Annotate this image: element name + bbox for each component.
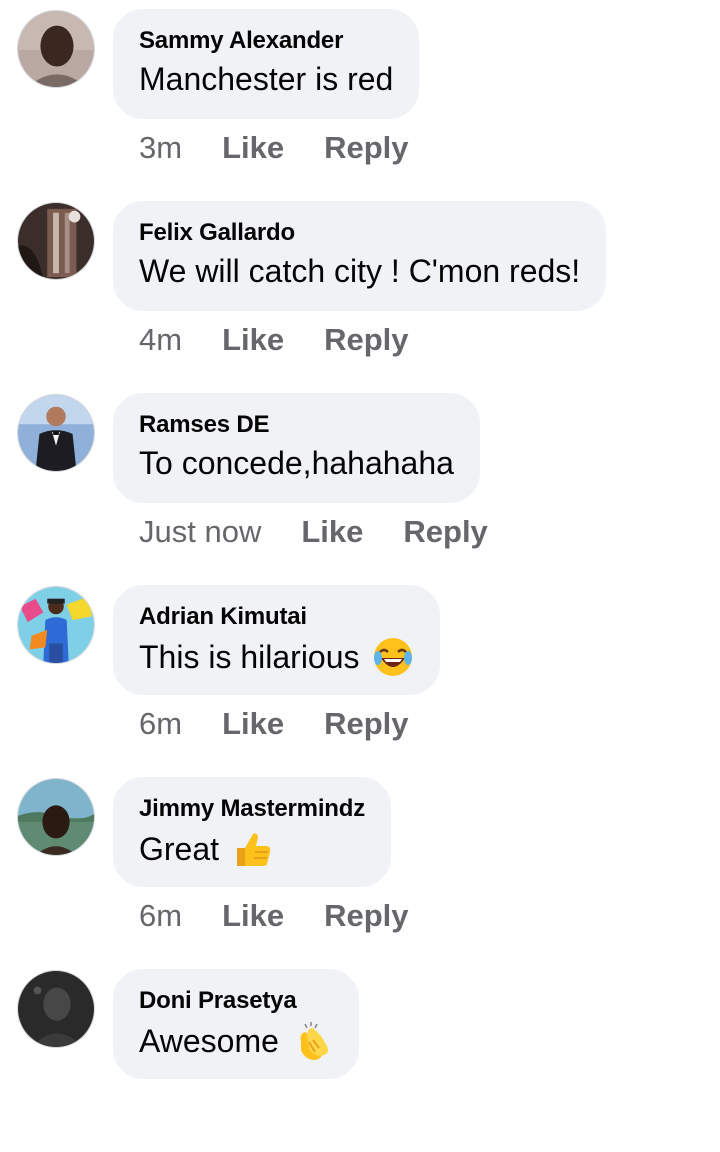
comment-meta: 4m Like Reply xyxy=(139,320,449,360)
avatar-image xyxy=(18,587,94,663)
avatar-image xyxy=(18,971,94,1047)
comment-text: Awesome xyxy=(139,1020,333,1062)
comment-text: Manchester is red xyxy=(139,60,393,98)
comment-bubble: Ramses DE To concede,hahahaha xyxy=(113,393,480,503)
comment-text-content: This is hilarious xyxy=(139,639,360,675)
like-button[interactable]: Like xyxy=(222,898,284,934)
thumbs-up-emoji-icon xyxy=(231,828,273,870)
comment-text-content: Manchester is red xyxy=(139,61,394,97)
comment-text-content: Great xyxy=(139,831,220,867)
comment-meta: 3m Like Reply xyxy=(139,128,449,168)
comment-item: Doni Prasetya Awesome xyxy=(0,960,720,1152)
comment-author[interactable]: Sammy Alexander xyxy=(139,27,393,55)
comment-author[interactable]: Jimmy Mastermindz xyxy=(139,795,365,823)
comment-item: Jimmy Mastermindz Great 6m Like Reply xyxy=(0,768,720,960)
avatar[interactable] xyxy=(17,778,95,856)
comment-time[interactable]: 6m xyxy=(139,706,182,742)
comment-item: Ramses DE To concede,hahahaha Just now L… xyxy=(0,384,720,576)
reply-button[interactable]: Reply xyxy=(324,898,408,934)
avatar[interactable] xyxy=(17,394,95,472)
comment-text-content: We will catch city ! C'mon reds! xyxy=(139,253,581,289)
comment-text-content: Awesome xyxy=(139,1023,279,1059)
avatar-image xyxy=(18,11,94,87)
comment-meta: 6m Like Reply xyxy=(139,704,449,744)
comment-item: Adrian Kimutai This is hilarious 6m Like… xyxy=(0,576,720,768)
reply-button[interactable]: Reply xyxy=(403,514,487,550)
comment-bubble: Jimmy Mastermindz Great xyxy=(113,777,392,887)
like-button[interactable]: Like xyxy=(222,130,284,166)
comment-time[interactable]: Just now xyxy=(139,514,261,550)
comment-text-content: To concede,hahahaha xyxy=(139,445,454,481)
avatar[interactable] xyxy=(17,10,95,88)
comment-author[interactable]: Doni Prasetya xyxy=(139,987,333,1015)
comment-text: We will catch city ! C'mon reds! xyxy=(139,252,580,290)
comment-author[interactable]: Ramses DE xyxy=(139,411,454,439)
like-button[interactable]: Like xyxy=(301,514,363,550)
comment-author[interactable]: Felix Gallardo xyxy=(139,219,580,247)
clapping-hands-emoji-icon xyxy=(291,1020,333,1062)
avatar-image xyxy=(18,395,94,471)
avatar[interactable] xyxy=(17,970,95,1048)
like-button[interactable]: Like xyxy=(222,706,284,742)
comment-bubble: Doni Prasetya Awesome xyxy=(113,969,359,1079)
comment-item: Sammy Alexander Manchester is red 3m Lik… xyxy=(0,0,720,192)
avatar[interactable] xyxy=(17,586,95,664)
reply-button[interactable]: Reply xyxy=(324,706,408,742)
comment-bubble: Felix Gallardo We will catch city ! C'mo… xyxy=(113,201,607,311)
avatar-image xyxy=(18,779,94,855)
comment-meta: 6m Like Reply xyxy=(139,896,449,936)
comment-time[interactable]: 3m xyxy=(139,130,182,166)
comment-text: To concede,hahahaha xyxy=(139,444,454,482)
avatar[interactable] xyxy=(17,202,95,280)
comment-author[interactable]: Adrian Kimutai xyxy=(139,603,414,631)
avatar-image xyxy=(18,203,94,279)
comment-text: This is hilarious xyxy=(139,636,414,678)
reply-button[interactable]: Reply xyxy=(324,322,408,358)
comment-text: Great xyxy=(139,828,365,870)
like-button[interactable]: Like xyxy=(222,322,284,358)
comment-item: Felix Gallardo We will catch city ! C'mo… xyxy=(0,192,720,384)
comment-time[interactable]: 6m xyxy=(139,898,182,934)
comment-bubble: Adrian Kimutai This is hilarious xyxy=(113,585,440,695)
comment-time[interactable]: 4m xyxy=(139,322,182,358)
comment-meta: Just now Like Reply xyxy=(139,512,528,552)
comment-bubble: Sammy Alexander Manchester is red xyxy=(113,9,420,119)
reply-button[interactable]: Reply xyxy=(324,130,408,166)
laughing-crying-emoji-icon xyxy=(372,636,414,678)
